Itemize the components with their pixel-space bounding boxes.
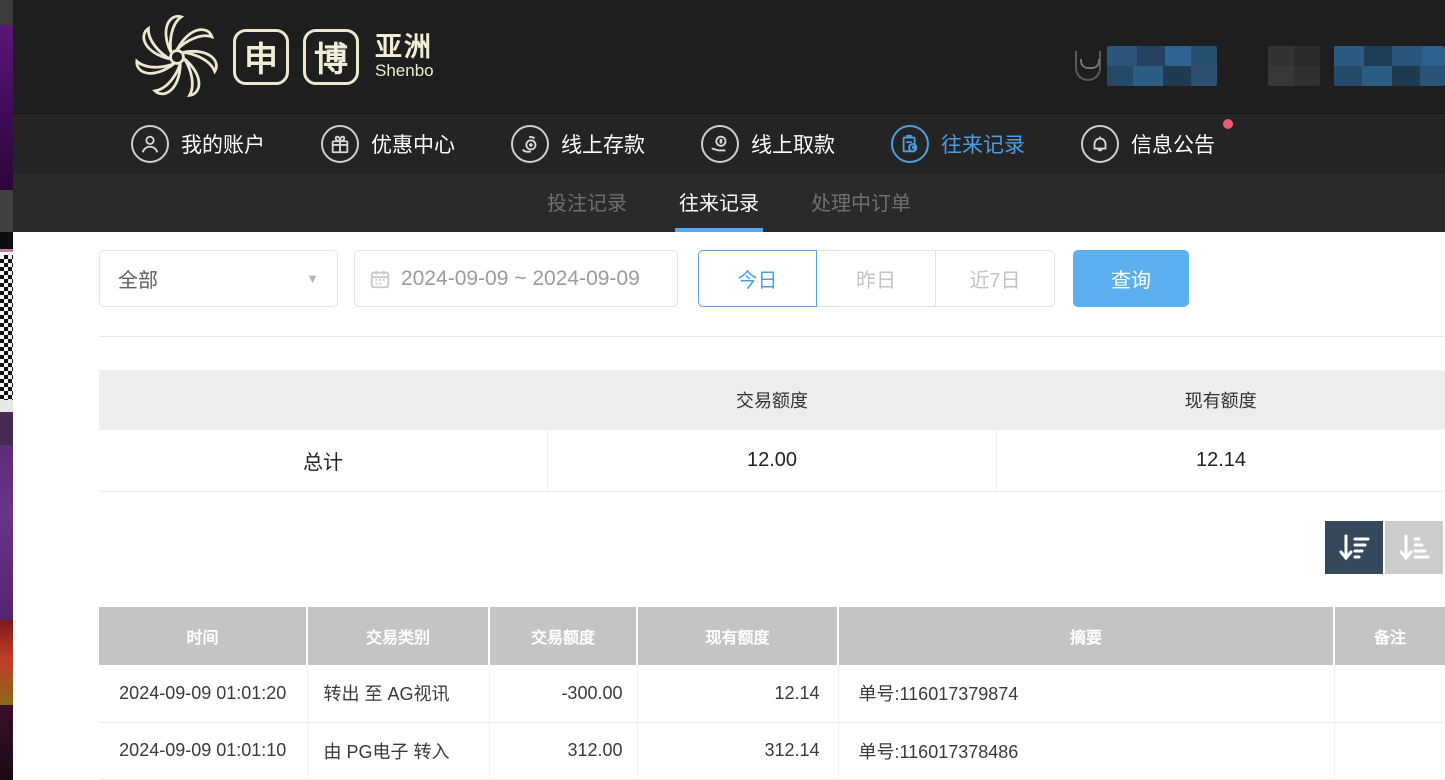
redacted-block [1334,46,1445,86]
nav-item-records[interactable]: 往来记录 [891,125,1025,163]
record-tabs: 投注记录 往来记录 处理中订单 [13,174,1445,232]
cell-balance: 12.14 [637,665,838,722]
filter-bar: 全部 ▼ 2024-09-09 ~ 2024-09-09 今日 昨日 近7日 查… [99,250,1445,307]
cell-amount: 312.00 [489,722,637,779]
col-header-time: 时间 [99,607,307,665]
cell-summary: 单号:116017378486 [838,722,1334,779]
deposit-icon [511,125,549,163]
sort-ascending-button[interactable] [1385,521,1443,574]
nav-label: 我的账户 [181,129,265,159]
user-avatar-icon [1075,51,1101,81]
notification-badge [1223,119,1233,129]
calendar-icon [369,268,391,290]
redacted-block [1107,46,1217,86]
withdraw-icon [701,125,739,163]
quick-last7days-button[interactable]: 近7日 [936,250,1055,307]
summary-header-trade: 交易额度 [548,370,997,430]
user-icon [131,125,169,163]
nav-item-deposit[interactable]: 线上存款 [511,125,645,163]
nav-item-withdraw[interactable]: 线上取款 [701,125,835,163]
sort-descending-icon [1337,532,1371,564]
summary-total-label: 总计 [99,430,548,491]
nav-label: 优惠中心 [371,129,455,159]
tab-pending-orders[interactable]: 处理中订单 [807,174,915,232]
brand-logo[interactable]: 申 博 亚洲 Shenbo [131,8,434,105]
table-row: 2024-09-09 01:01:20 转出 至 AG视讯 -300.00 12… [99,665,1445,722]
summary-header-blank [99,370,548,430]
nav-item-announcements[interactable]: 信息公告 [1081,125,1215,163]
user-name-redacted [1075,42,1217,90]
cell-time: 2024-09-09 01:01:20 [99,665,307,722]
quick-date-group: 今日 昨日 近7日 [698,250,1055,307]
category-selected-value: 全部 [118,264,158,293]
date-range-input[interactable]: 2024-09-09 ~ 2024-09-09 [354,250,678,307]
records-table: 时间 交易类别 交易额度 现有额度 摘要 备注 2024-09-09 01:01… [99,607,1445,780]
tab-transaction-records[interactable]: 往来记录 [675,174,763,232]
sort-controls [1325,521,1443,574]
summary-table: 交易额度 现有额度 总计 12.00 12.14 [99,370,1445,492]
nav-label: 信息公告 [1131,129,1215,159]
query-button[interactable]: 查询 [1073,250,1189,307]
table-row: 2024-09-09 01:01:10 由 PG电子 转入 312.00 312… [99,722,1445,779]
col-header-amount: 交易额度 [489,607,637,665]
cell-summary: 单号:116017379874 [838,665,1334,722]
records-header-row: 时间 交易类别 交易额度 现有额度 摘要 备注 [99,607,1445,665]
sort-descending-button[interactable] [1325,521,1383,574]
cell-type: 由 PG电子 转入 [307,722,489,779]
chevron-down-icon: ▼ [306,271,319,286]
col-header-remark: 备注 [1334,607,1445,665]
nav-item-my-account[interactable]: 我的账户 [131,125,265,163]
flower-logo-icon [131,11,223,103]
col-header-balance: 现有额度 [637,607,838,665]
sort-ascending-icon [1397,532,1431,564]
nav-label: 往来记录 [941,129,1025,159]
cell-type: 转出 至 AG视讯 [307,665,489,722]
nav-item-promotions[interactable]: 优惠中心 [321,125,455,163]
cell-balance: 312.14 [637,722,838,779]
brand-latin: Shenbo [375,62,434,80]
logo-char-box-2: 博 [303,29,359,85]
tab-bet-records[interactable]: 投注记录 [543,174,631,232]
brand-region: 亚洲 [375,33,434,61]
records-icon [891,125,929,163]
summary-header-balance: 现有额度 [996,370,1445,430]
cell-time: 2024-09-09 01:01:10 [99,722,307,779]
main-nav: 我的账户 优惠中心 线上存款 [13,113,1445,174]
summary-balance-total: 12.14 [997,430,1445,491]
nav-label: 线上取款 [751,129,835,159]
cell-amount: -300.00 [489,665,637,722]
col-header-summary: 摘要 [838,607,1334,665]
summary-trade-total: 12.00 [548,430,997,491]
section-divider [99,336,1445,337]
user-balance-redacted [1268,42,1445,90]
category-select[interactable]: 全部 ▼ [99,250,338,307]
redacted-block [1268,46,1320,86]
background-window-sliver [0,0,13,780]
transaction-records-page: 申 博 亚洲 Shenbo [0,0,1445,780]
gift-icon [321,125,359,163]
logo-char-box-1: 申 [233,29,289,85]
bell-icon [1081,125,1119,163]
cell-remark [1334,665,1445,722]
quick-today-button[interactable]: 今日 [698,250,817,307]
date-range-value: 2024-09-09 ~ 2024-09-09 [401,267,640,291]
quick-yesterday-button[interactable]: 昨日 [817,250,936,307]
cell-remark [1334,722,1445,779]
site-header: 申 博 亚洲 Shenbo [13,0,1445,113]
col-header-type: 交易类别 [307,607,489,665]
nav-label: 线上存款 [561,129,645,159]
